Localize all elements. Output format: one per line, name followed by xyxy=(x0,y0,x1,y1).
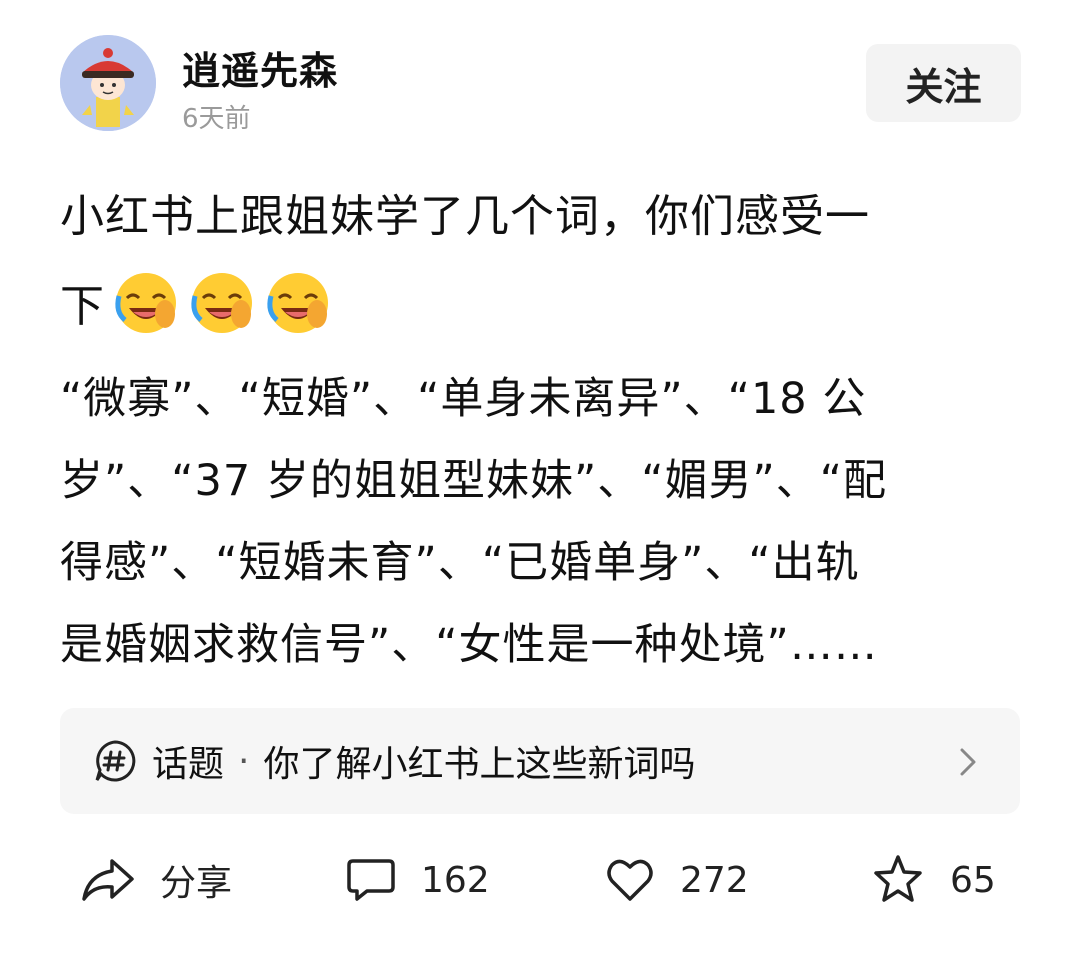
post-body-line: “微寡”、“短婚”、“单身未离异”、“18 公 xyxy=(60,374,867,424)
comment-icon xyxy=(347,859,395,901)
like-count: 272 xyxy=(680,859,749,901)
post-title: 小红书上跟姐妹学了几个词，你们感受一 下 xyxy=(60,172,1020,352)
star-icon xyxy=(874,855,922,902)
post-title-line: 下 xyxy=(60,262,1020,352)
post-body-line: 得感”、“短婚未育”、“已婚单身”、“出轨 xyxy=(60,538,860,588)
share-button[interactable]: 分享 xyxy=(80,845,232,915)
share-label: 分享 xyxy=(160,863,233,904)
comment-count: 162 xyxy=(421,859,490,901)
share-icon xyxy=(82,859,134,901)
action-bar: 分享 162 272 65 xyxy=(60,845,1020,915)
topic-card[interactable]: 话题 · 你了解小红书上这些新词吗 xyxy=(60,708,1020,814)
post-time: 6天前 xyxy=(182,104,251,134)
like-button[interactable]: 272 xyxy=(604,845,749,915)
post-title-tail: 下 xyxy=(60,281,105,332)
post-body: “微寡”、“短婚”、“单身未离异”、“18 公 岁”、“37 岁的姐姐型妹妹”、… xyxy=(60,358,1020,686)
topic-separator: · xyxy=(238,740,250,782)
heart-icon xyxy=(607,859,653,901)
favorite-count: 65 xyxy=(950,859,996,901)
topic-hashtag-icon xyxy=(95,740,136,782)
topic-title: 你了解小红书上这些新词吗 xyxy=(263,744,696,785)
author-name[interactable]: 逍遥先森 xyxy=(182,40,338,95)
follow-button[interactable]: 关注 xyxy=(866,44,1021,122)
favorite-button[interactable]: 65 xyxy=(870,845,996,915)
avatar[interactable] xyxy=(60,35,156,131)
post-body-line: 是婚姻求救信号”、“女性是一种处境”…… xyxy=(60,620,878,670)
laughing-crying-face-icon xyxy=(191,273,252,333)
laughing-crying-face-icon xyxy=(267,273,328,333)
topic-label: 话题 xyxy=(152,744,225,785)
chevron-right-icon xyxy=(960,748,976,776)
comment-button[interactable]: 162 xyxy=(345,845,490,915)
post-body-line: 岁”、“37 岁的姐姐型妹妹”、“媚男”、“配 xyxy=(60,456,888,506)
laughing-crying-face-icon xyxy=(115,273,176,333)
post-title-line: 小红书上跟姐妹学了几个词，你们感受一 xyxy=(60,191,870,242)
